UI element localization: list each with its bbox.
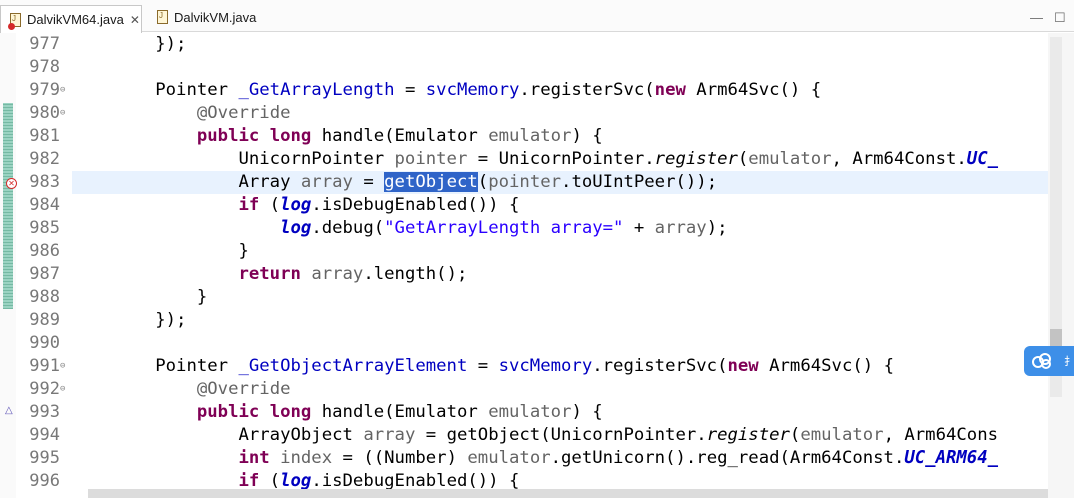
- error-icon[interactable]: ✕: [6, 178, 17, 189]
- line-number: 984: [29, 195, 60, 215]
- code-text[interactable]: Pointer _GetArrayLength = svcMemory.regi…: [72, 79, 821, 102]
- minimize-button[interactable]: —: [1030, 10, 1043, 25]
- code-text[interactable]: Array array = getObject(pointer.toUIntPe…: [72, 171, 717, 194]
- line-number: 986: [29, 241, 60, 261]
- line-number: 985: [29, 218, 60, 238]
- code-text[interactable]: Pointer _GetObjectArrayElement = svcMemo…: [72, 355, 894, 378]
- code-text[interactable]: }: [72, 240, 248, 263]
- line-number: 991: [29, 356, 60, 376]
- vertical-scrollbar[interactable]: [1048, 33, 1074, 498]
- code-text[interactable]: UnicornPointer pointer = UnicornPointer.…: [72, 148, 998, 171]
- code-editor[interactable]: 977 }); 978 979 ⊖ Pointer _GetArrayLength =…: [0, 33, 1074, 498]
- line-number: 988: [29, 287, 60, 307]
- line-number: 982: [29, 149, 60, 169]
- maximize-button[interactable]: ☐: [1054, 10, 1066, 26]
- tab-label: DalvikVM64.java: [27, 12, 124, 27]
- java-file-icon: J: [156, 10, 168, 24]
- line-number: 995: [29, 448, 60, 468]
- java-file-error-icon: J: [8, 12, 21, 30]
- fold-toggle-icon[interactable]: ⊖: [60, 79, 65, 102]
- code-text[interactable]: });: [72, 33, 186, 56]
- code-line[interactable]: [0, 332, 1048, 355]
- cloud-widget[interactable]: 扌: [1024, 346, 1074, 376]
- line-number: 992: [29, 379, 60, 399]
- line-number: 978: [29, 57, 60, 77]
- code-text[interactable]: log.debug("GetArrayLength array=" + arra…: [72, 217, 727, 240]
- fold-toggle-icon[interactable]: ⊖: [60, 378, 65, 401]
- fold-toggle-icon[interactable]: ⊖: [60, 355, 65, 378]
- tab-dalvikvm64[interactable]: J DalvikVM64.java ✕: [0, 5, 142, 33]
- line-number: 996: [29, 471, 60, 491]
- code-text[interactable]: });: [72, 309, 186, 332]
- line-number: 981: [29, 126, 60, 146]
- code-text[interactable]: }: [72, 286, 207, 309]
- code-line[interactable]: [0, 56, 1048, 79]
- line-number: 983: [29, 172, 60, 192]
- code-text[interactable]: public long handle(Emulator emulator) {: [72, 125, 603, 148]
- code-text[interactable]: return array.length();: [72, 263, 467, 286]
- line-number: 977: [29, 34, 60, 54]
- code-text[interactable]: @Override: [72, 102, 291, 125]
- widget-text: 扌: [1064, 355, 1074, 368]
- line-number: 980: [29, 103, 60, 123]
- line-number: 993: [29, 402, 60, 422]
- line-number: 990: [29, 333, 60, 353]
- code-text[interactable]: public long handle(Emulator emulator) {: [72, 401, 603, 424]
- code-text[interactable]: @Override: [72, 378, 291, 401]
- fold-toggle-icon[interactable]: ⊖: [60, 102, 65, 125]
- tab-dalvikvm[interactable]: J DalvikVM.java: [148, 6, 268, 28]
- editor-tab-bar: J DalvikVM64.java ✕ J DalvikVM.java — ☐: [0, 0, 1074, 33]
- override-marker-icon[interactable]: △: [5, 405, 13, 416]
- line-number: 979: [29, 80, 60, 100]
- code-text[interactable]: int index = ((Number) emulator.getUnicor…: [72, 447, 998, 470]
- line-number: 989: [29, 310, 60, 330]
- close-icon[interactable]: ✕: [130, 13, 140, 27]
- horizontal-scrollbar[interactable]: [88, 489, 1048, 498]
- line-number: 994: [29, 425, 60, 445]
- code-text[interactable]: if (log.isDebugEnabled()) {: [72, 194, 519, 217]
- line-number: 987: [29, 264, 60, 284]
- code-text[interactable]: ArrayObject array = getObject(UnicornPoi…: [72, 424, 998, 447]
- cloud-icon: [1032, 353, 1051, 369]
- tab-label: DalvikVM.java: [174, 9, 257, 25]
